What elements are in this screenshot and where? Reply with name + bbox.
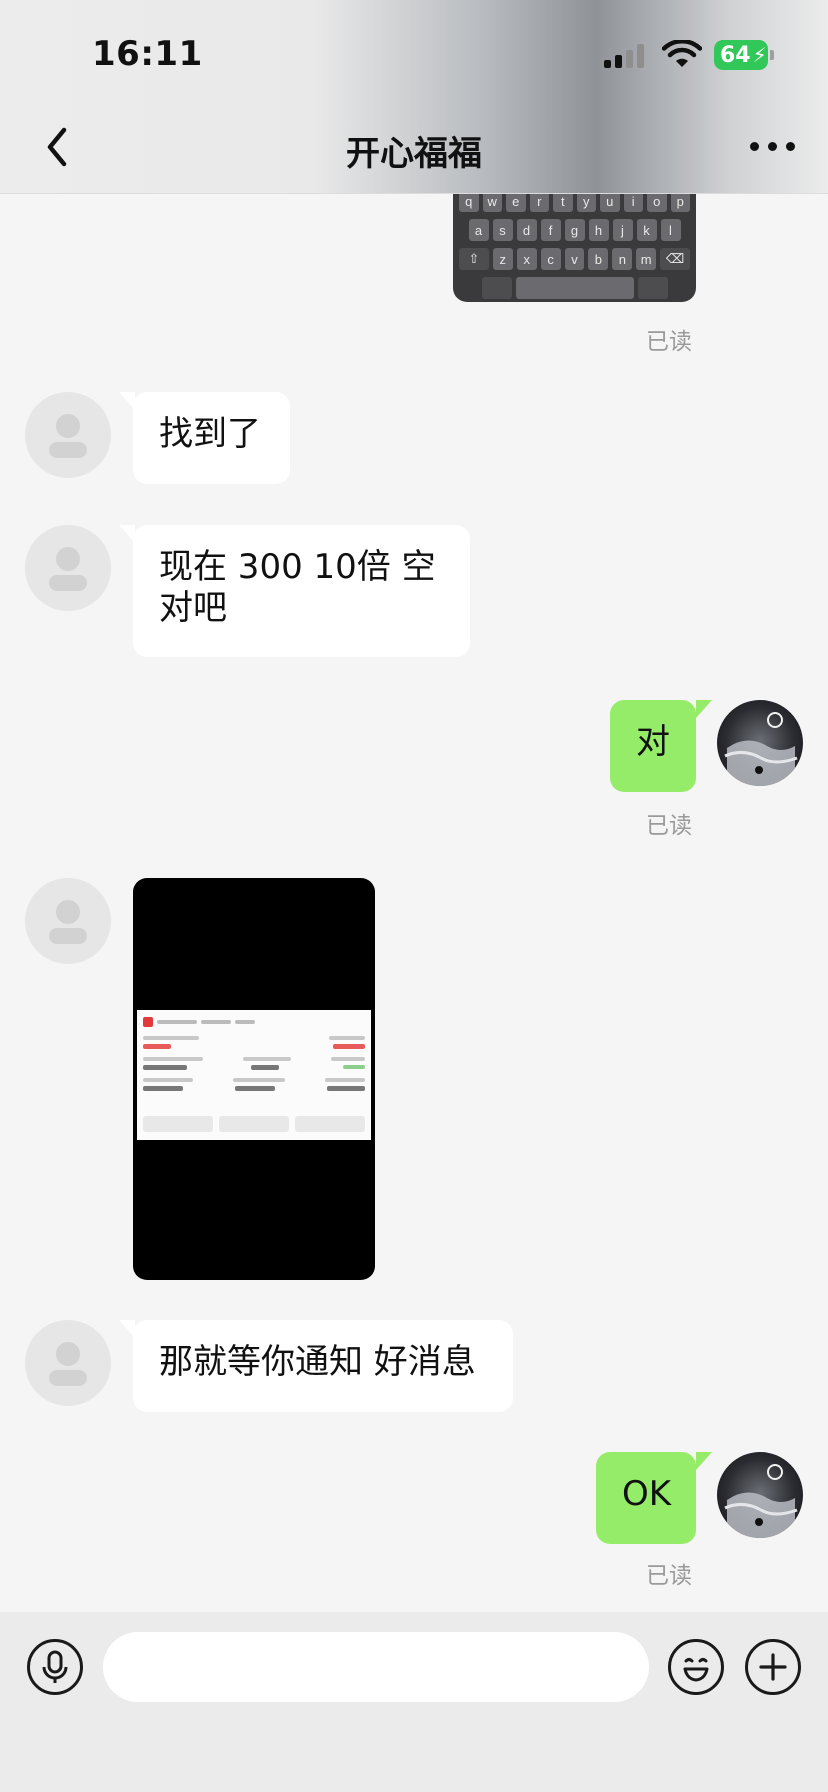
message-text-line: 对吧 <box>159 588 227 628</box>
keyboard-key: s <box>492 219 513 241</box>
keyboard-shift-key: ⇧ <box>458 248 489 270</box>
message-text-input[interactable] <box>103 1632 649 1702</box>
message-text: 那就等你通知 好消息 <box>159 1342 476 1382</box>
yin-yang-icon <box>724 712 798 786</box>
contact-avatar[interactable] <box>25 878 111 964</box>
incoming-message-bubble[interactable]: 现在 300 10倍 空 对吧 <box>119 525 470 657</box>
emoji-icon[interactable] <box>668 1639 724 1695</box>
incoming-message-bubble[interactable]: 那就等你通知 好消息 <box>119 1320 513 1412</box>
read-receipt: 已读 <box>646 329 692 355</box>
keyboard-key: w <box>482 194 502 212</box>
keyboard-key: t <box>553 194 573 212</box>
keyboard-key: k <box>636 219 657 241</box>
charging-bolt-icon: ⚡ <box>752 43 767 67</box>
keyboard-key: n <box>612 248 633 270</box>
keyboard-key: b <box>588 248 609 270</box>
incoming-message-bubble[interactable]: 找到了 <box>119 392 290 484</box>
cellular-signal-icon <box>604 44 644 68</box>
keyboard-key: d <box>516 219 537 241</box>
received-image-trading-screenshot[interactable] <box>133 878 375 1280</box>
keyboard-key: a <box>468 219 489 241</box>
read-receipt: 已读 <box>646 1563 692 1589</box>
keyboard-key: e <box>506 194 526 212</box>
keyboard-key: l <box>660 219 681 241</box>
keyboard-row-2: asdfghjkl <box>459 219 690 241</box>
keyboard-key: j <box>612 219 633 241</box>
top-header: 16:11 64 ⚡ 开心福福 <box>0 0 828 194</box>
keyboard-key: i <box>623 194 643 212</box>
keyboard-key: c <box>540 248 561 270</box>
chat-title: 开心福福 <box>346 134 482 174</box>
message-text: 找到了 <box>159 414 261 454</box>
outgoing-message-bubble[interactable]: OK <box>596 1452 712 1544</box>
keyboard-row-3: ⇧ z x c v b n m ⌫ <box>458 248 691 270</box>
image-content <box>137 1010 371 1140</box>
outgoing-message-bubble[interactable]: 对 <box>610 700 712 792</box>
contact-avatar[interactable] <box>25 525 111 611</box>
microphone-icon[interactable] <box>27 1639 83 1695</box>
more-dots-icon[interactable] <box>748 132 798 162</box>
message-text-line: 现在 300 10倍 空 <box>159 547 436 587</box>
keyboard-key: y <box>576 194 596 212</box>
keyboard-row-1: qwertyuiop <box>459 194 690 212</box>
keyboard-row-4 <box>459 277 690 299</box>
yin-yang-icon <box>724 1464 798 1538</box>
keyboard-key: h <box>588 219 609 241</box>
keyboard-space <box>515 277 634 299</box>
keyboard-key: p <box>670 194 690 212</box>
keyboard-key: r <box>529 194 549 212</box>
plus-icon[interactable] <box>745 1639 801 1695</box>
read-receipt: 已读 <box>646 813 692 839</box>
keyboard-key: o <box>647 194 667 212</box>
my-avatar[interactable] <box>717 700 803 786</box>
battery-indicator: 64 ⚡ <box>714 40 774 70</box>
wifi-icon <box>662 40 702 67</box>
keyboard-key: m <box>636 248 657 270</box>
keyboard-key: u <box>600 194 620 212</box>
message-text: OK <box>622 1474 672 1514</box>
keyboard-key: g <box>564 219 585 241</box>
contact-avatar[interactable] <box>25 392 111 478</box>
chat-messages-area[interactable]: qwertyuiop asdfghjkl ⇧ z x c v b n m ⌫ 已读 找到了 现在… <box>0 194 828 1612</box>
keyboard-key: v <box>564 248 585 270</box>
keyboard-key <box>481 277 512 299</box>
keyboard-delete-key: ⌫ <box>660 248 691 270</box>
contact-avatar[interactable] <box>25 1320 111 1406</box>
sent-image-keyboard-screenshot[interactable]: qwertyuiop asdfghjkl ⇧ z x c v b n m ⌫ <box>453 194 696 302</box>
keyboard-key <box>637 277 668 299</box>
keyboard-key: q <box>459 194 479 212</box>
status-time: 16:11 <box>92 34 203 74</box>
keyboard-key: f <box>540 219 561 241</box>
keyboard-key: x <box>516 248 537 270</box>
battery-percent: 64 <box>720 42 751 68</box>
my-avatar[interactable] <box>717 1452 803 1538</box>
keyboard-key: z <box>492 248 513 270</box>
message-input-bar <box>0 1612 828 1792</box>
message-text: 对 <box>636 722 670 762</box>
